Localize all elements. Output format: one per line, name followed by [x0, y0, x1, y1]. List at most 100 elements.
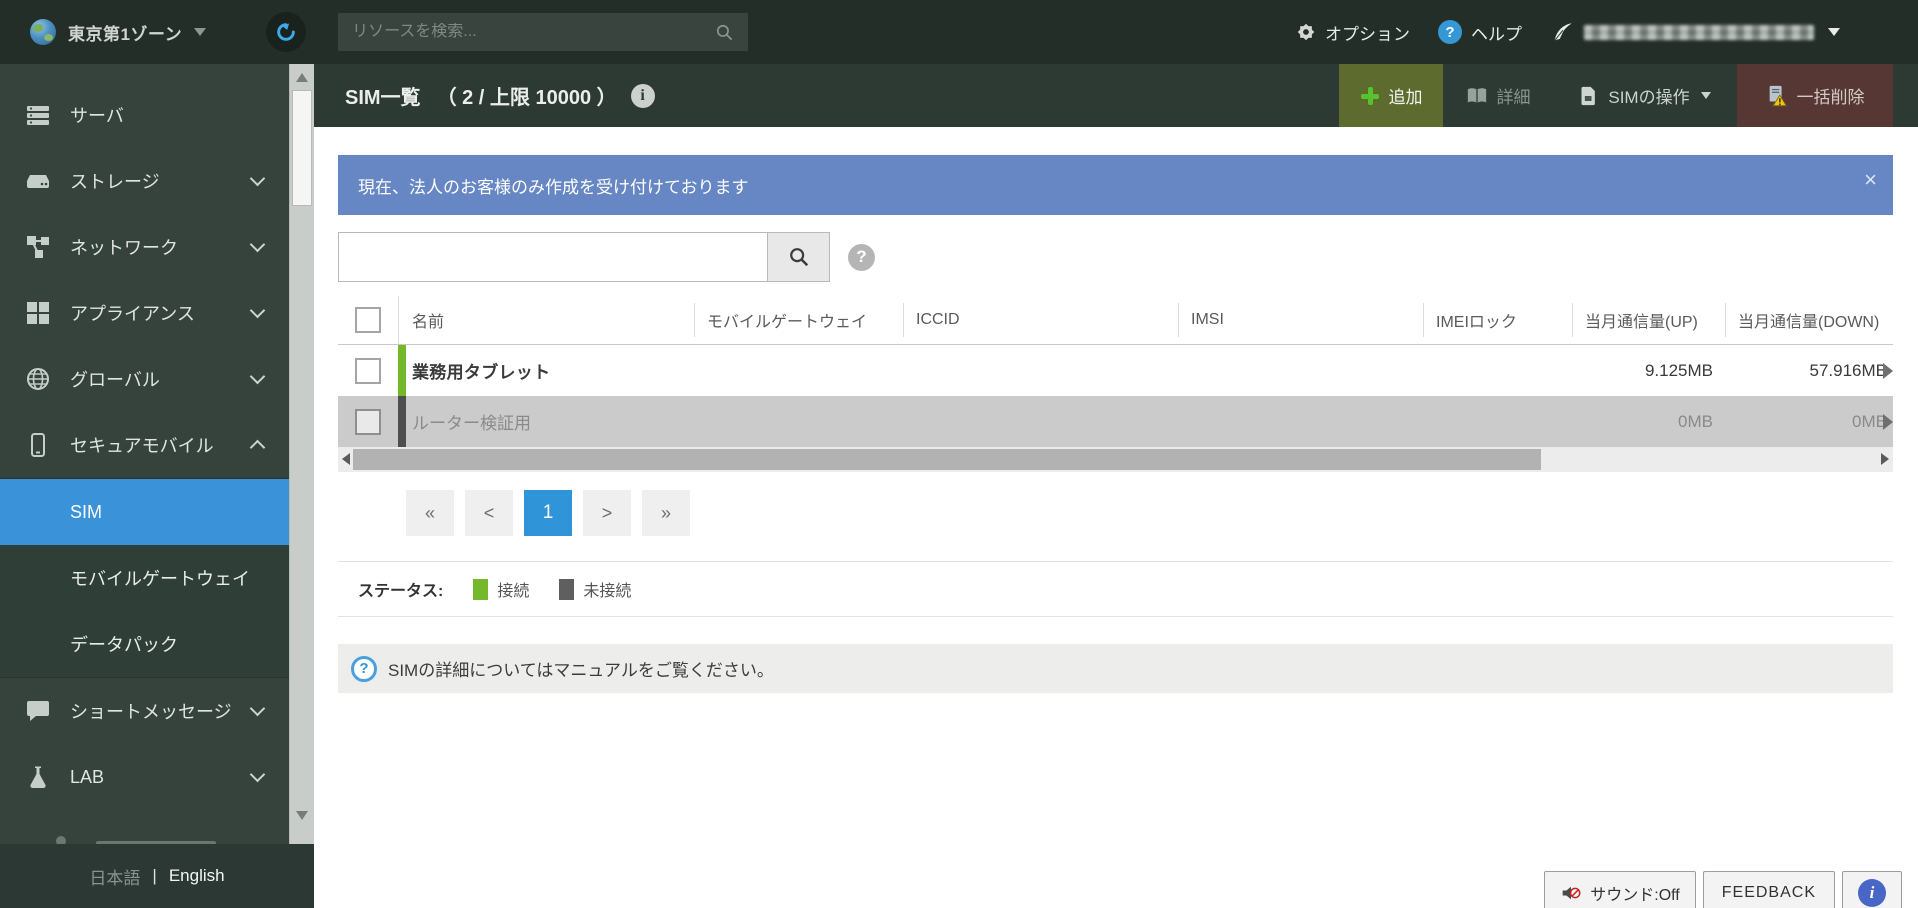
page-last-button[interactable]: »	[642, 490, 690, 536]
chevron-down-icon	[249, 368, 266, 385]
sidebar-item-label: ネットワーク	[70, 238, 178, 258]
resource-search-input[interactable]	[352, 23, 716, 41]
table-search-input[interactable]	[338, 232, 768, 282]
chevron-down-icon	[249, 236, 266, 253]
detail-label: 詳細	[1496, 88, 1531, 107]
content-area: 現在、法人のお客様のみ作成を受け付けております × ? 名前 モバイルゲートウェ…	[314, 127, 1918, 908]
page-prev-button[interactable]: <	[465, 490, 513, 536]
appliance-icon	[26, 301, 60, 325]
sim-card-icon	[1581, 86, 1596, 105]
scroll-down-arrow-icon[interactable]	[296, 811, 308, 820]
sim-operations-label: SIMの操作	[1608, 88, 1690, 107]
column-header-imsi[interactable]: IMSI	[1178, 303, 1423, 337]
account-caret-icon[interactable]	[1828, 28, 1840, 36]
column-header-imei-lock[interactable]: IMEIロック	[1423, 303, 1572, 337]
help-button[interactable]: ? ヘルプ	[1438, 20, 1522, 45]
row-checkbox[interactable]	[355, 408, 381, 435]
sim-table: 名前 モバイルゲートウェイ ICCID IMSI IMEIロック 当月通信量(U…	[338, 296, 1893, 472]
column-header-gateway[interactable]: モバイルゲートウェイ	[694, 303, 903, 337]
sidebar-item-mobile-gateway[interactable]: モバイルゲートウェイ	[0, 545, 289, 611]
refresh-button[interactable]	[266, 12, 307, 52]
legend-connected-label: 接続	[497, 583, 530, 600]
sidebar-item-data-pack[interactable]: データパック	[0, 611, 289, 677]
manual-note-text: SIMの詳細についてはマニュアルをご覧ください。	[388, 661, 774, 680]
sidebar-item-label: セキュアモバイル	[70, 436, 214, 456]
resource-search	[338, 13, 749, 51]
sidebar-item-global[interactable]: グローバル	[0, 346, 289, 412]
feedback-button[interactable]: FEEDBACK	[1702, 871, 1835, 908]
page-number-current[interactable]: 1	[524, 490, 572, 536]
scrollbar-thumb[interactable]	[353, 449, 1541, 470]
globe-icon	[26, 367, 60, 391]
column-header-traffic-up[interactable]: 当月通信量(UP)	[1572, 303, 1725, 337]
page-next-button[interactable]: >	[583, 490, 631, 536]
sim-operations-button[interactable]: SIMの操作	[1553, 64, 1737, 127]
zone-globe-icon	[30, 19, 56, 45]
page-first-button[interactable]: «	[406, 490, 454, 536]
table-row[interactable]: ルーター検証用 0MB 0MB	[338, 396, 1893, 447]
options-button[interactable]: オプション	[1296, 20, 1410, 45]
sim-name[interactable]: ルーター検証用	[406, 409, 694, 434]
scroll-right-arrow-icon[interactable]	[1881, 453, 1889, 465]
table-search-button[interactable]	[768, 232, 830, 282]
search-help-icon[interactable]: ?	[848, 243, 875, 271]
page-header: SIM一覧 （ 2 / 上限 10000 ） i 追加 詳細 SIMの操作 一括…	[314, 64, 1918, 127]
table-header-row: 名前 モバイルゲートウェイ ICCID IMSI IMEIロック 当月通信量(U…	[338, 296, 1893, 345]
notice-text: 現在、法人のお客様のみ作成を受け付けております	[358, 177, 749, 197]
sidebar-item-lab[interactable]: LAB	[0, 744, 289, 810]
sidebar-item-secure-mobile[interactable]: セキュアモバイル	[0, 412, 289, 478]
row-checkbox[interactable]	[355, 357, 381, 384]
bulk-delete-button[interactable]: 一括削除	[1737, 64, 1893, 127]
scroll-up-arrow-icon[interactable]	[296, 73, 308, 82]
info-icon[interactable]: i	[630, 83, 655, 108]
scrollbar-thumb[interactable]	[292, 90, 312, 206]
feedback-label: FEEDBACK	[1721, 884, 1816, 901]
lang-english[interactable]: English	[169, 866, 225, 886]
table-row[interactable]: 業務用タブレット 9.125MB 57.916MB	[338, 345, 1893, 396]
traffic-down-value: 57.916MB	[1725, 361, 1893, 381]
sidebar-item-network[interactable]: ネットワーク	[0, 214, 289, 280]
horizontal-scrollbar[interactable]	[338, 447, 1893, 472]
close-icon[interactable]: ×	[1864, 169, 1877, 191]
dropdown-caret-icon	[1700, 92, 1711, 99]
topbar-right: オプション ? ヘルプ	[1296, 20, 1918, 45]
sidebar-scrollbar[interactable]	[289, 64, 314, 844]
bulk-delete-label: 一括削除	[1796, 88, 1865, 107]
notice-banner: 現在、法人のお客様のみ作成を受け付けております ×	[338, 155, 1893, 215]
network-icon	[26, 235, 60, 259]
sound-label: サウンド:Off	[1590, 887, 1680, 904]
sidebar-item-sim[interactable]: SIM	[0, 479, 289, 545]
legend-disconnected-label: 未接続	[583, 583, 632, 600]
detail-button[interactable]: 詳細	[1443, 64, 1553, 127]
column-header-iccid[interactable]: ICCID	[903, 303, 1178, 337]
info-circle-icon: i	[1858, 879, 1886, 907]
sidebar-item-server[interactable]: サーバ	[0, 82, 289, 148]
sim-name[interactable]: 業務用タブレット	[406, 358, 694, 383]
sidebar-item-label: データパック	[70, 635, 178, 655]
quill-icon	[1554, 23, 1572, 41]
scroll-left-arrow-icon[interactable]	[342, 453, 350, 465]
column-header-name[interactable]: 名前	[406, 308, 694, 332]
sidebar-item-short-message[interactable]: ショートメッセージ	[0, 678, 289, 744]
footer-buttons: サウンド:Off FEEDBACK i	[1544, 871, 1902, 908]
sidebar-item-appliance[interactable]: アプライアンス	[0, 280, 289, 346]
site-info-button[interactable]: i	[1842, 871, 1902, 908]
zone-selector[interactable]: 東京第1ゾーン	[68, 20, 182, 45]
chevron-down-icon	[249, 766, 266, 783]
resource-count: （ 2 / 上限 10000 ）	[436, 87, 617, 109]
speaker-muted-icon	[1562, 886, 1581, 900]
column-header-traffic-down[interactable]: 当月通信量(DOWN)	[1725, 303, 1893, 337]
account-name-redacted[interactable]	[1584, 24, 1814, 40]
select-all-checkbox[interactable]	[355, 307, 381, 333]
sound-toggle-button[interactable]: サウンド:Off	[1544, 871, 1696, 908]
book-icon	[1467, 87, 1486, 103]
traffic-up-value: 0MB	[1678, 411, 1713, 431]
add-button[interactable]: 追加	[1339, 64, 1443, 127]
sidebar-item-label: ストレージ	[70, 172, 160, 192]
sidebar-item-storage[interactable]: ストレージ	[0, 148, 289, 214]
secure-mobile-submenu: SIM モバイルゲートウェイ データパック	[0, 478, 289, 678]
server-icon	[26, 103, 60, 127]
lang-japanese[interactable]: 日本語	[89, 864, 140, 889]
sidebar-item-partial[interactable]	[0, 810, 289, 848]
zone-caret-icon[interactable]	[194, 28, 207, 36]
